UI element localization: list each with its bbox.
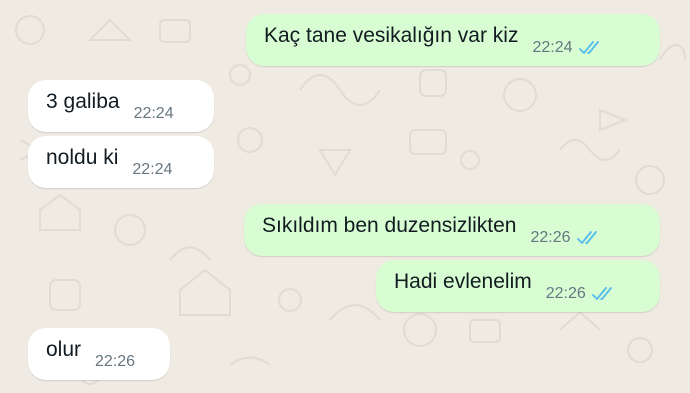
message-meta: 22:24: [134, 105, 174, 123]
message-bubble-incoming[interactable]: noldu ki 22:24: [28, 136, 214, 188]
message-time: 22:24: [133, 105, 174, 122]
message-text: olur: [46, 338, 82, 361]
message-bubble-incoming[interactable]: olur 22:26: [28, 328, 170, 380]
message-meta: 22:24: [532, 39, 604, 57]
message-text: Sıkıldım ben duzensizlikten: [262, 214, 517, 237]
message-meta: 22:24: [132, 161, 172, 179]
message-text: Kaç tane vesikalığın var kiz: [264, 24, 519, 47]
message-bubble-outgoing[interactable]: Sıkıldım ben duzensizlikten 22:26: [244, 204, 660, 256]
message-time: 22:26: [95, 353, 136, 370]
message-meta: 22:26: [530, 229, 602, 247]
message-time: 22:24: [132, 161, 173, 178]
message-time: 22:26: [545, 285, 586, 302]
message-text: 3 galiba: [46, 90, 120, 113]
message-meta: 22:26: [95, 353, 135, 371]
message-time: 22:24: [532, 39, 573, 56]
message-bubble-incoming[interactable]: 3 galiba 22:24: [28, 80, 214, 132]
message-meta: 22:26: [546, 285, 618, 303]
double-check-read-icon: [578, 41, 599, 54]
message-time: 22:26: [530, 229, 571, 246]
message-text: Hadi evlenelim: [394, 270, 532, 293]
double-check-read-icon: [591, 287, 612, 300]
message-text: noldu ki: [46, 146, 119, 169]
message-bubble-outgoing[interactable]: Kaç tane vesikalığın var kiz 22:24: [246, 14, 660, 66]
message-bubble-outgoing[interactable]: Hadi evlenelim 22:26: [376, 260, 660, 312]
double-check-read-icon: [576, 231, 597, 244]
